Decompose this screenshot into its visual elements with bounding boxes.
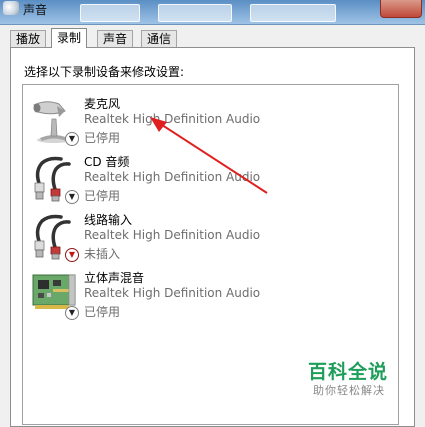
disabled-arrow-icon: ▼ — [65, 306, 79, 320]
tab-communications[interactable]: 通信 — [141, 30, 178, 47]
unplugged-arrow-icon: ▼ — [65, 248, 79, 262]
device-name: 麦克风 — [84, 97, 121, 111]
background-window-ghost — [80, 4, 140, 22]
background-window-ghost — [250, 4, 336, 22]
device-name: 线路输入 — [84, 213, 133, 227]
device-status: 已停用 — [84, 305, 121, 319]
tab-recording[interactable]: 录制 — [51, 28, 88, 48]
device-driver: Realtek High Definition Audio — [84, 112, 261, 126]
disabled-arrow-icon: ▼ — [65, 190, 79, 204]
device-item-microphone[interactable]: ▼ 麦克风 Realtek High Definition Audio 已停用 — [23, 95, 393, 153]
device-driver: Realtek High Definition Audio — [84, 170, 261, 184]
watermark-subtitle: 助你轻松解决 — [313, 384, 385, 397]
device-status: 未插入 — [84, 247, 121, 261]
title-bar: 声音 — [0, 0, 425, 25]
device-status: 已停用 — [84, 189, 121, 203]
device-name: CD 音频 — [84, 155, 130, 169]
speaker-icon — [3, 1, 19, 15]
watermark-title: 百科全说 — [308, 361, 389, 383]
tab-sounds[interactable]: 声音 — [97, 30, 134, 47]
disabled-arrow-icon: ▼ — [65, 132, 79, 146]
device-driver: Realtek High Definition Audio — [84, 286, 261, 300]
device-name: 立体声混音 — [84, 271, 145, 285]
device-item-line-in[interactable]: ▼ 线路输入 Realtek High Definition Audio 未插入 — [23, 211, 393, 269]
device-status: 已停用 — [84, 131, 121, 145]
instruction-label: 选择以下录制设备来修改设置: — [24, 65, 185, 79]
window-title: 声音 — [23, 3, 48, 17]
device-item-cd-audio[interactable]: ▼ CD 音频 Realtek High Definition Audio 已停… — [23, 153, 393, 211]
background-window-ghost — [158, 4, 232, 22]
close-button[interactable] — [380, 0, 422, 18]
device-driver: Realtek High Definition Audio — [84, 228, 261, 242]
device-item-stereo-mix[interactable]: ▼ 立体声混音 Realtek High Definition Audio 已停… — [23, 269, 393, 327]
tab-playback[interactable]: 播放 — [10, 30, 47, 47]
